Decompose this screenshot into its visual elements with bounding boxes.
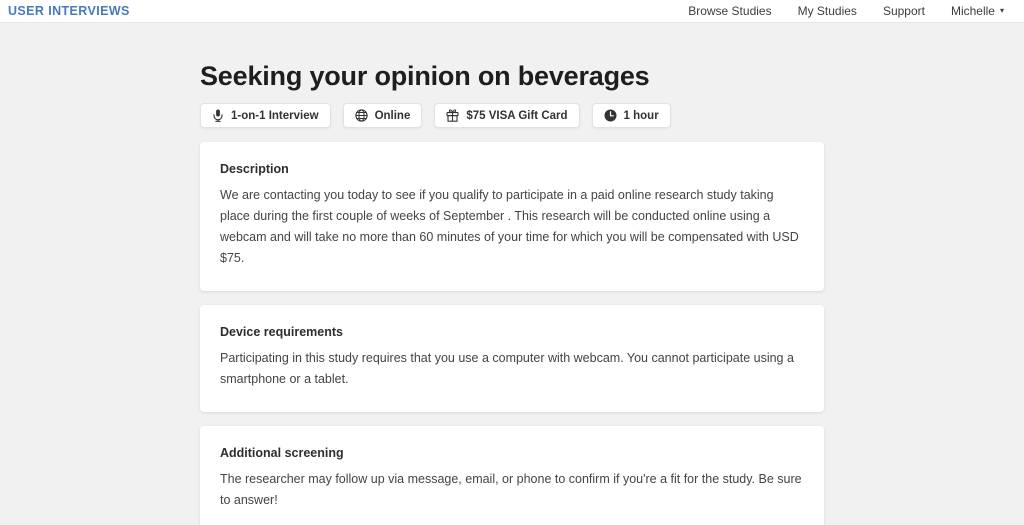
tag-label: Online [374, 109, 411, 122]
study-tags: 1-on-1 Interview Online $75 VISA Gift Ca… [200, 103, 824, 128]
caret-down-icon: ▾ [999, 6, 1004, 15]
user-menu[interactable]: Michelle ▾ [951, 4, 1004, 18]
user-name: Michelle [950, 4, 995, 18]
tag-label: 1 hour [623, 109, 659, 122]
nav-item-support[interactable]: Support [883, 4, 925, 18]
tag-incentive: $75 VISA Gift Card [434, 103, 580, 128]
tag-location: Online [342, 103, 423, 128]
study-detail-page: Seeking your opinion on beverages 1-on-1… [200, 61, 824, 525]
page-title: Seeking your opinion on beverages [200, 61, 650, 91]
description-card: Description We are contacting you today … [200, 142, 824, 291]
section-body: The researcher may follow up via message… [220, 472, 802, 507]
section-heading: Device requirements [220, 325, 343, 339]
microphone-icon [212, 109, 224, 122]
main-nav: Browse Studies My Studies Support Michel… [688, 4, 1014, 18]
brand-logo[interactable]: USER INTERVIEWS [8, 4, 130, 18]
globe-icon [354, 109, 368, 122]
nav-item-my-studies[interactable]: My Studies [798, 4, 857, 18]
section-body: Participating in this study requires tha… [220, 351, 794, 386]
tag-label: $75 VISA Gift Card [466, 109, 568, 122]
section-heading: Additional screening [220, 446, 344, 460]
nav-item-browse-studies[interactable]: Browse Studies [688, 4, 771, 18]
gift-icon [446, 109, 459, 122]
additional-screening-card: Additional screening The researcher may … [200, 426, 824, 525]
section-body: We are contacting you today to see if yo… [220, 188, 799, 265]
section-heading: Description [220, 162, 289, 176]
device-requirements-card: Device requirements Participating in thi… [200, 305, 824, 412]
clock-icon [604, 109, 617, 122]
tag-interview-type: 1-on-1 Interview [200, 103, 331, 128]
top-navbar: USER INTERVIEWS Browse Studies My Studie… [0, 0, 1024, 23]
tag-label: 1-on-1 Interview [231, 109, 319, 122]
tag-duration: 1 hour [591, 103, 671, 128]
